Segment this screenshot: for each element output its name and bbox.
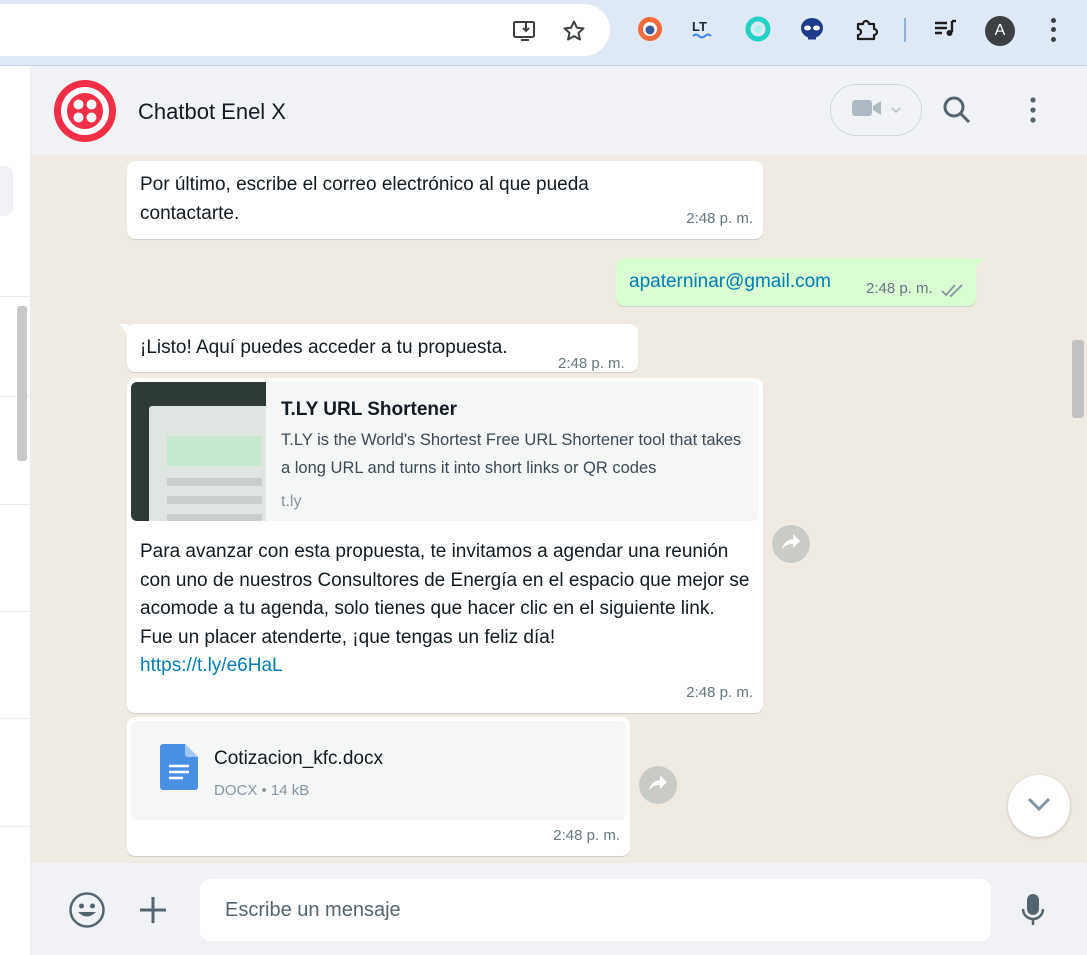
incoming-message[interactable]: Cotizacion_kfc.docx DOCX • 14 kB 2:48 p.… xyxy=(127,717,630,856)
forward-icon xyxy=(648,774,668,797)
chat-list-divider xyxy=(0,296,31,297)
document-attachment[interactable]: Cotizacion_kfc.docx DOCX • 14 kB xyxy=(131,721,626,820)
extension-alien-icon[interactable] xyxy=(799,16,825,42)
outgoing-message[interactable]: apaterninar@gmail.com 2:48 p. m. xyxy=(616,258,984,307)
menu-icon[interactable] xyxy=(1016,93,1050,127)
document-meta: DOCX • 14 kB xyxy=(214,782,310,799)
document-icon xyxy=(160,744,198,790)
contact-avatar[interactable] xyxy=(54,80,116,142)
message-text: Por último, escribe el correo electrónic… xyxy=(140,174,589,224)
message-time: 2:48 p. m. xyxy=(686,209,753,227)
chat-list-divider xyxy=(0,826,31,827)
message-time: 2:48 p. m. xyxy=(686,683,753,701)
chat-header: Chatbot Enel X xyxy=(31,66,1087,155)
message-time: 2:48 p. m. xyxy=(866,280,933,297)
extension-teal-ring-icon[interactable] xyxy=(745,16,771,42)
profile-avatar[interactable]: A xyxy=(985,16,1015,46)
extension-orange-circle-icon[interactable] xyxy=(637,16,663,42)
chat-title[interactable]: Chatbot Enel X xyxy=(138,99,286,125)
incoming-message[interactable]: Por último, escribe el correo electrónic… xyxy=(127,161,763,239)
link-preview-description: T.LY is the World's Shortest Free URL Sh… xyxy=(281,431,742,477)
video-call-icon xyxy=(851,98,883,123)
extension-languagetool-icon[interactable]: LT xyxy=(690,16,716,42)
browser-menu-icon[interactable] xyxy=(1048,16,1058,44)
message-link[interactable]: https://t.ly/e6HaL xyxy=(140,652,750,681)
link-preview-card[interactable]: T.LY URL Shortener T.LY is the World's S… xyxy=(131,382,759,521)
forward-icon xyxy=(781,533,801,556)
message-time: 2:48 p. m. xyxy=(558,355,625,372)
bubble-tail xyxy=(974,258,984,270)
link-preview-thumbnail xyxy=(131,382,266,521)
install-app-icon[interactable] xyxy=(512,18,538,44)
message-input[interactable] xyxy=(200,879,991,941)
svg-text:LT: LT xyxy=(692,19,707,34)
chat-list-divider xyxy=(0,718,31,719)
chevron-down-icon xyxy=(1026,796,1052,817)
bookmark-star-icon[interactable] xyxy=(561,18,587,44)
message-text[interactable]: apaterninar@gmail.com xyxy=(629,268,831,297)
emoji-icon[interactable] xyxy=(67,890,107,930)
microphone-icon[interactable] xyxy=(1013,890,1053,930)
browser-toolbar: LT A xyxy=(0,0,1087,66)
forward-button[interactable] xyxy=(772,525,810,563)
read-ticks-icon xyxy=(941,278,965,307)
chat-list-divider xyxy=(0,611,31,612)
message-list[interactable]: Por último, escribe el correo electrónic… xyxy=(31,155,1087,863)
extensions-puzzle-icon[interactable] xyxy=(853,16,879,42)
chat-list-scrollbar[interactable] xyxy=(17,306,27,461)
message-body: Para avanzar con esta propuesta, te invi… xyxy=(140,538,750,681)
message-composer xyxy=(31,863,1087,955)
message-time: 2:48 p. m. xyxy=(553,826,620,844)
toolbar-divider xyxy=(904,18,906,42)
incoming-message[interactable]: ¡Listo! Aquí puedes acceder a tu propues… xyxy=(119,324,638,372)
message-scrollbar[interactable] xyxy=(1072,340,1084,418)
attach-plus-icon[interactable] xyxy=(133,890,173,930)
document-name: Cotizacion_kfc.docx xyxy=(214,748,383,769)
search-icon[interactable] xyxy=(940,93,974,127)
forward-button[interactable] xyxy=(639,766,677,804)
media-control-icon[interactable] xyxy=(933,16,959,42)
chevron-down-icon xyxy=(891,101,901,119)
chat-list-panel xyxy=(0,66,31,955)
scroll-to-bottom-button[interactable] xyxy=(1008,775,1070,837)
incoming-message[interactable]: T.LY URL Shortener T.LY is the World's S… xyxy=(127,378,763,713)
address-bar[interactable] xyxy=(0,4,610,56)
link-preview-title: T.LY URL Shortener xyxy=(281,399,457,420)
chat-list-search[interactable] xyxy=(0,166,13,216)
message-text: ¡Listo! Aquí puedes acceder a tu propues… xyxy=(140,337,508,358)
bubble-tail xyxy=(119,324,129,336)
video-call-button[interactable] xyxy=(830,84,922,136)
link-preview-domain: t.ly xyxy=(281,493,302,510)
message-text: Para avanzar con esta propuesta, te invi… xyxy=(140,541,750,648)
chat-list-divider xyxy=(0,504,31,505)
